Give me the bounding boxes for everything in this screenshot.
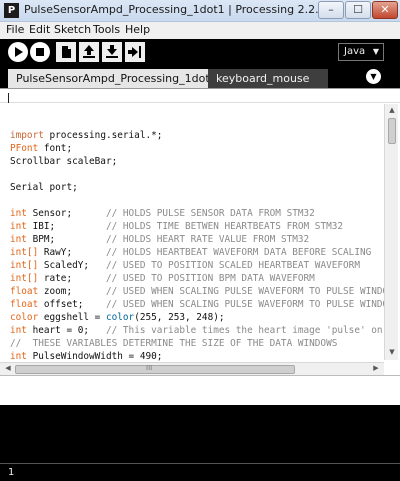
code-line: float zoom; // USED WHEN SCALING PULSE W… [10,286,384,297]
scroll-up-arrow-icon[interactable]: ▲ [385,106,399,114]
stop-button[interactable] [30,42,50,62]
menu-bar: File Edit Sketch Tools Help [0,22,400,39]
export-arrow-icon [128,46,141,58]
code-line: ​ [10,116,384,129]
new-file-icon [62,46,71,58]
processing-app-icon: P [4,3,19,18]
new-button[interactable] [56,42,76,62]
code-line: Serial port; [10,182,78,193]
tab-pulsesensor[interactable]: PulseSensorAmpd_Processing_1dot1 [8,69,217,88]
code-line: int BPM; // HOLDS HEART RATE VALUE FROM … [10,234,310,245]
menu-tools[interactable]: Tools [93,23,120,36]
menu-help[interactable]: Help [125,23,150,36]
code-line: color eggshell = color(255, 253, 248); [10,312,225,323]
scroll-down-arrow-icon[interactable]: ▼ [385,348,399,356]
code-line: int PulseWindowWidth = 490; [10,351,163,361]
code-line: int IBI; // HOLDS TIME BETWEN HEARTBEATS… [10,221,344,232]
tab-bar: PulseSensorAmpd_Processing_1dot1 keyboar… [0,65,400,88]
code-line: ​ [10,168,384,181]
vertical-scroll-thumb[interactable] [388,118,396,144]
menu-file[interactable]: File [6,23,24,36]
code-line: float offset; // USED WHEN SCALING PULSE… [10,299,384,310]
code-line: PFont font; [10,143,73,154]
title-bar: P PulseSensorAmpd_Processing_1dot1 | Pro… [0,0,400,22]
code-area[interactable]: ​import processing.serial.*;PFont font;S… [10,116,384,361]
editor-header-strip [0,89,400,103]
code-line: int[] RawY; // HOLDS HEARTBEAT WAVEFORM … [10,247,372,258]
mode-selector[interactable]: Java ▼ [338,43,384,61]
menu-sketch[interactable]: Sketch [54,23,91,36]
code-line: int Sensor; // HOLDS PULSE SENSOR DATA F… [10,208,315,219]
tab-menu-button[interactable]: ▼ [366,69,381,84]
text-cursor [8,93,9,103]
vertical-scrollbar[interactable]: ▲ ▼ [384,104,398,360]
open-button[interactable] [79,42,99,62]
upload-arrow-icon [83,45,95,58]
console-area[interactable] [0,405,400,463]
tab-keyboard-mouse[interactable]: keyboard_mouse [208,69,328,88]
chevron-down-icon: ▼ [372,47,379,56]
horizontal-scroll-thumb[interactable]: III [15,364,295,374]
code-line: int[] rate; // USED TO POSITION BPM DATA… [10,273,315,284]
close-button[interactable]: ✕ [372,1,398,19]
maximize-button[interactable]: ☐ [345,1,371,19]
scroll-left-arrow-icon[interactable]: ◀ [1,364,15,372]
horizontal-scrollbar[interactable]: ◀ III ▶ [0,362,384,375]
download-arrow-icon [106,45,118,58]
menu-edit[interactable]: Edit [29,23,50,36]
status-bar: 1 [0,463,400,481]
play-icon [15,47,23,57]
message-area [0,375,400,405]
code-line: int[] ScaledY; // USED TO POSITION SCALE… [10,260,360,271]
save-button[interactable] [102,42,122,62]
code-editor[interactable]: ​import processing.serial.*;PFont font;S… [0,88,400,362]
line-number: 1 [8,467,15,478]
scroll-grip: III [146,364,153,372]
mode-label: Java [344,46,366,57]
stop-icon [36,48,44,56]
run-button[interactable] [8,42,28,62]
minimize-button[interactable]: – [318,1,344,19]
code-line: int heart = 0; // This variable times th… [10,325,383,336]
code-line: Scrollbar scaleBar; [10,156,118,167]
export-button[interactable] [125,42,145,62]
window-title: PulseSensorAmpd_Processing_1dot1 | Proce… [24,3,326,16]
scroll-right-arrow-icon[interactable]: ▶ [369,364,383,372]
code-line: // THESE VARIABLES DETERMINE THE SIZE OF… [10,338,338,349]
code-line: import processing.serial.*; [10,130,163,141]
code-line: ​ [10,194,384,207]
